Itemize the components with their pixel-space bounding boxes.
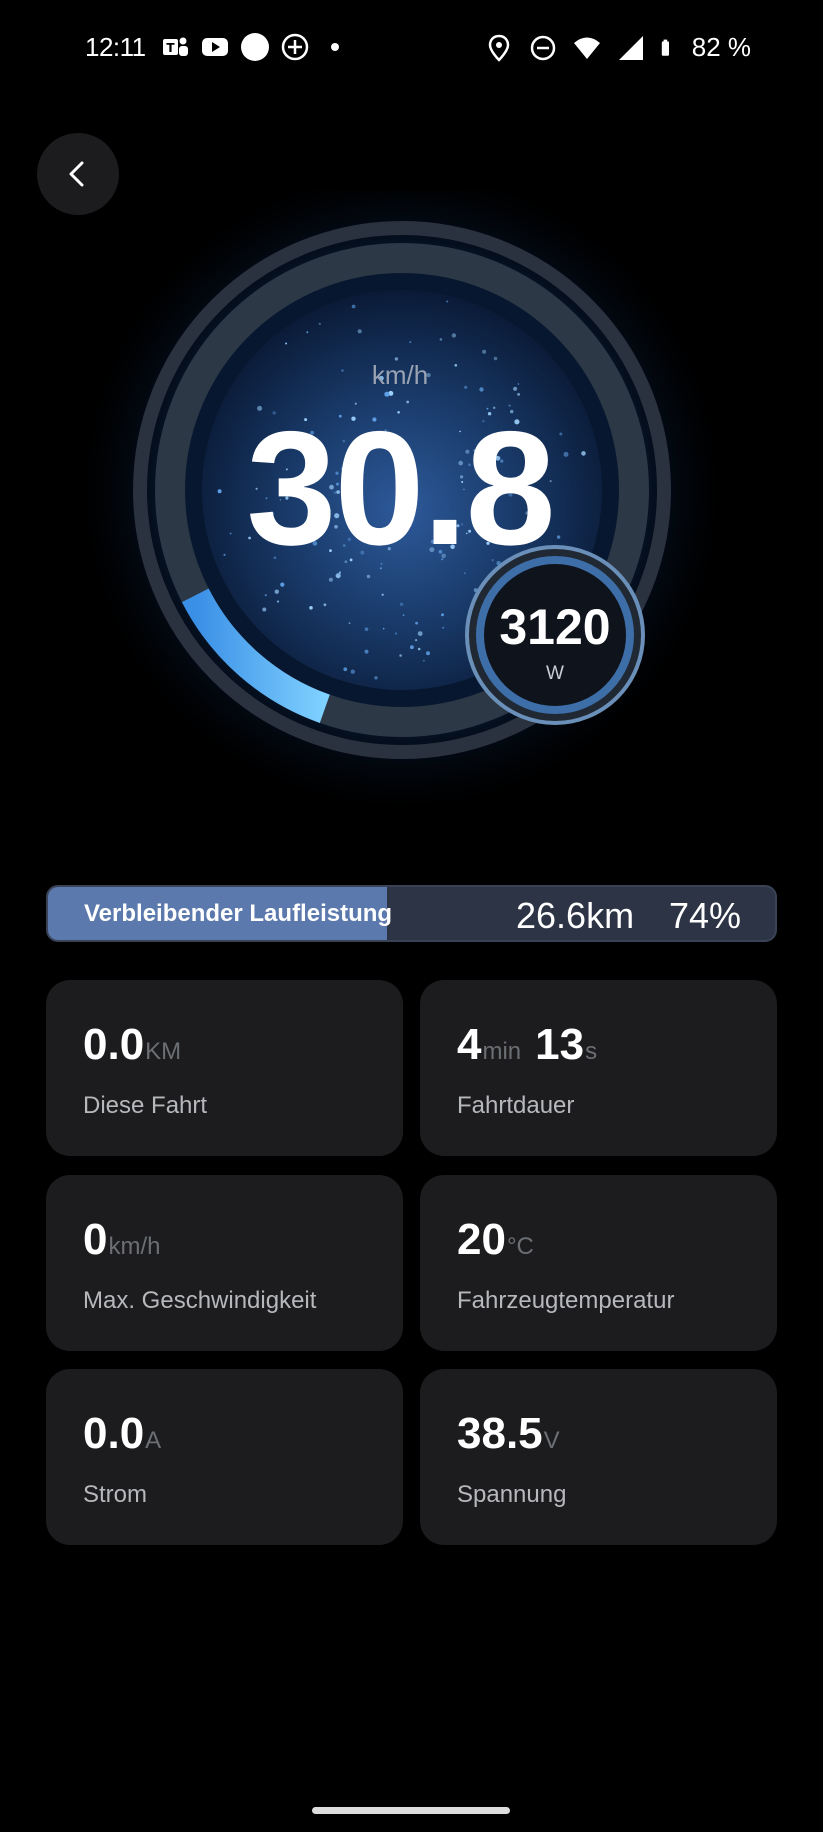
notification-icons: T	[160, 32, 350, 62]
temperature-label: Fahrzeugtemperatur	[457, 1287, 675, 1314]
duration-minutes-value: 4	[457, 1020, 482, 1069]
star-particle	[426, 651, 430, 656]
star-particle	[446, 300, 449, 303]
status-bar: 12:11 T 82 %	[0, 28, 823, 68]
voltage-value: 38.5	[457, 1409, 543, 1458]
location-icon	[488, 34, 509, 62]
dot-icon	[331, 43, 339, 51]
duration-seconds-value: 13	[535, 1020, 585, 1069]
star-particle	[451, 333, 457, 338]
current-value: 0.0	[83, 1409, 145, 1458]
star-particle	[415, 639, 418, 642]
star-particle	[409, 341, 412, 344]
star-particle	[264, 594, 267, 597]
duration-minutes-unit: min	[482, 1038, 522, 1065]
card-voltage: 38.5 V Spannung	[420, 1369, 777, 1545]
star-particle	[382, 627, 385, 630]
plus-circle-icon	[281, 33, 309, 61]
star-particle	[262, 607, 267, 612]
teams-icon: T	[163, 37, 188, 56]
star-particle	[348, 622, 351, 624]
power-unit: W	[546, 663, 564, 684]
card-ride-duration: 4 min 13 s Fahrtdauer	[420, 980, 777, 1156]
max-speed-label: Max. Geschwindigkeit	[83, 1287, 317, 1314]
star-particle	[280, 582, 285, 587]
star-particle	[374, 676, 378, 680]
star-particle	[323, 603, 327, 607]
card-trip-distance: 0.0 KM Diese Fahrt	[46, 980, 403, 1156]
star-particle	[276, 600, 280, 603]
star-particle	[415, 621, 418, 625]
star-particle	[442, 626, 445, 629]
star-particle	[309, 606, 313, 610]
trip-distance-label: Diese Fahrt	[83, 1092, 208, 1119]
youtube-icon	[202, 38, 228, 56]
star-particle	[306, 331, 309, 334]
temperature-unit: °C	[506, 1233, 534, 1260]
star-particle	[422, 659, 425, 662]
star-particle	[410, 645, 414, 650]
battery-percent: 82 %	[691, 32, 751, 62]
current-label: Strom	[83, 1481, 148, 1508]
dashboard-screen: 12:11 T 82 % km/h 30.8 3120 W Verbleiben…	[0, 0, 823, 1832]
star-particle	[417, 631, 423, 636]
star-particle	[350, 669, 355, 674]
range-distance-value: 26.6	[516, 895, 587, 936]
star-particle	[343, 667, 348, 672]
duration-seconds-unit: s	[585, 1038, 598, 1065]
max-speed-value: 0	[83, 1215, 108, 1264]
star-particle	[285, 342, 288, 345]
star-particle	[399, 602, 404, 606]
voltage-label: Spannung	[457, 1481, 567, 1508]
star-particle	[364, 627, 369, 631]
card-vehicle-temperature: 20 °C Fahrzeugtemperatur	[420, 1175, 777, 1351]
star-particle	[384, 391, 390, 397]
battery-icon	[661, 39, 669, 56]
signal-icon	[618, 35, 643, 60]
star-particle	[402, 614, 405, 617]
star-particle	[417, 647, 421, 651]
wifi-icon	[573, 37, 600, 59]
star-particle	[364, 649, 369, 654]
speed-gauge: km/h 30.8 3120 W	[0, 190, 823, 810]
voltage-unit: V	[543, 1427, 560, 1454]
home-indicator[interactable]	[312, 1807, 510, 1814]
star-particle	[351, 304, 356, 309]
range-label: Verbleibender Laufleistung	[84, 900, 393, 927]
star-particle	[517, 393, 520, 396]
yale-icon	[241, 33, 269, 61]
trip-distance-unit: KM	[145, 1038, 182, 1065]
duration-label: Fahrtdauer	[457, 1092, 575, 1119]
chevron-left-icon	[69, 161, 84, 187]
remaining-range-bar: Verbleibender Laufleistung 26.6km 74%	[46, 885, 777, 942]
range-distance-unit: km	[586, 895, 635, 936]
current-unit: A	[145, 1427, 162, 1454]
star-particle	[439, 338, 443, 341]
star-particle	[482, 349, 487, 354]
range-distance: 26.6km	[516, 895, 634, 937]
star-particle	[381, 593, 384, 596]
card-current: 0.0 A Strom	[46, 1369, 403, 1545]
star-particle	[274, 589, 279, 594]
star-particle	[441, 613, 444, 617]
status-time: 12:11	[85, 32, 146, 62]
star-particle	[399, 654, 402, 657]
system-icons: 82 %	[484, 32, 751, 63]
power-value: 3120	[499, 599, 611, 655]
range-percent: 74%	[668, 895, 741, 936]
star-particle	[394, 632, 398, 635]
max-speed-unit: km/h	[108, 1233, 161, 1260]
speed-value: 30.8	[246, 398, 555, 579]
star-particle	[318, 322, 321, 325]
svg-text:T: T	[166, 41, 175, 55]
trip-distance-value: 0.0	[83, 1020, 145, 1069]
card-max-speed: 0 km/h Max. Geschwindigkeit	[46, 1175, 403, 1351]
temperature-value: 20	[457, 1215, 506, 1264]
star-particle	[357, 329, 362, 334]
speed-unit: km/h	[371, 360, 429, 390]
do-not-disturb-icon	[530, 35, 555, 60]
